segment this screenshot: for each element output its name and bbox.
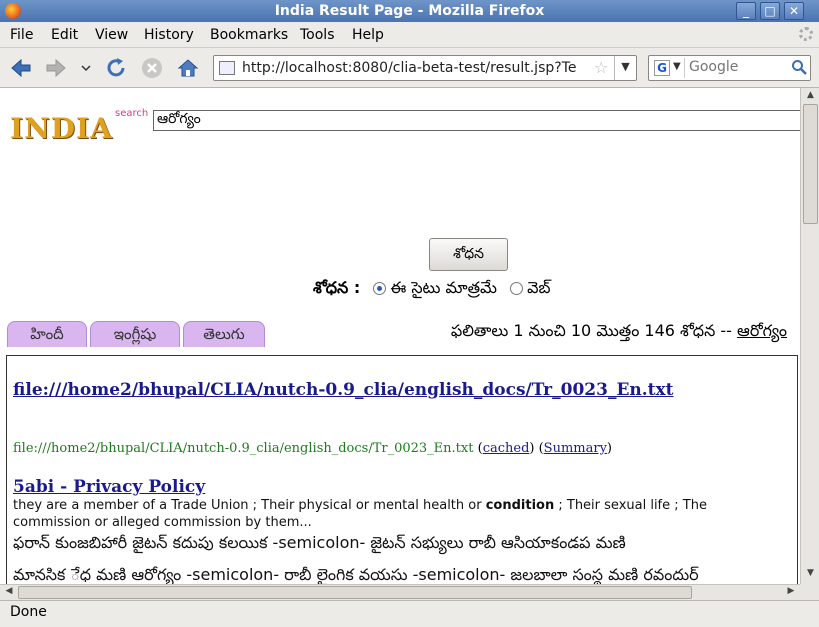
snippet-highlight: condition — [485, 498, 555, 513]
history-dropdown-icon[interactable] — [78, 56, 94, 80]
throbber-icon — [799, 27, 813, 41]
tab-english[interactable]: ఇంగ్లీషు — [90, 321, 180, 347]
result-title-link[interactable]: file:///home2/bhupal/CLIA/nutch-0.9_clia… — [13, 380, 674, 400]
google-icon: G — [654, 60, 670, 76]
window-title: India Result Page - Mozilla Firefox — [274, 3, 545, 19]
result-telugu-line: మానసిక ◌ేధ మణి ఆరోగ్యం -semicolon- రాబీ … — [13, 565, 699, 584]
search-scope: శోధన : ఈ సైటు మాత్రమే వెబ్ — [313, 278, 550, 301]
result-title-link[interactable]: 5abi - Privacy Policy — [13, 477, 205, 497]
summary-link[interactable]: Summary — [544, 441, 607, 456]
address-bar[interactable]: http://localhost:8080/clia-beta-test/res… — [213, 55, 637, 81]
search-input[interactable] — [689, 59, 789, 75]
radio-this-site[interactable] — [373, 282, 387, 295]
radio-web[interactable] — [510, 282, 524, 295]
scroll-down-icon[interactable]: ▼ — [803, 568, 818, 582]
query-input[interactable]: ఆరోగ్యం — [153, 110, 800, 131]
scroll-right-icon[interactable]: ▶ — [784, 586, 798, 596]
search-button[interactable]: శోధన — [429, 238, 508, 271]
menu-history[interactable]: History — [144, 27, 194, 43]
results-count: ఫలితాలు 1 నుంచి 10 మొత్తం 146 శోధన -- ఆర… — [451, 321, 787, 344]
forward-arrow-icon[interactable] — [44, 56, 68, 80]
page-content: INDIA search ఆరోగ్యం శోధన శోధన : ఈ సైటు … — [0, 88, 800, 584]
radio-web-label[interactable]: వెబ్ — [527, 278, 550, 297]
logo-main-text: INDIA — [10, 112, 113, 145]
back-arrow-icon[interactable] — [9, 56, 33, 80]
title-bar: India Result Page - Mozilla Firefox _ □ … — [0, 0, 819, 22]
home-icon[interactable] — [176, 56, 200, 80]
menu-view[interactable]: View — [95, 27, 128, 43]
menu-tools[interactable]: Tools — [300, 27, 335, 43]
radio-this-site-label[interactable]: ఈ సైటు మాత్రమే — [390, 278, 497, 297]
snippet-text: they are a member of a Trade Union ; The… — [13, 498, 486, 513]
status-text: Done — [10, 604, 47, 620]
close-button[interactable]: ✕ — [784, 2, 804, 20]
result-url-text: file:///home2/bhupal/CLIA/nutch-0.9_clia… — [13, 441, 474, 456]
vertical-scrollbar[interactable]: ▲ ▼ — [800, 88, 819, 584]
url-text[interactable]: http://localhost:8080/clia-beta-test/res… — [242, 60, 586, 76]
result-telugu-line: ఫరాన్ కుంజబిహారీ జైటన్ కదుపు కలయిక -semi… — [13, 533, 626, 552]
results-query-link[interactable]: ఆరోగ్యం — [737, 321, 787, 340]
results-count-text: ఫలితాలు 1 నుంచి 10 మొత్తం 146 శోధన -- — [450, 321, 738, 340]
cached-link[interactable]: cached — [483, 441, 530, 456]
horizontal-scrollbar[interactable]: ◀ ▶ — [0, 584, 800, 600]
vertical-scroll-thumb[interactable] — [803, 104, 818, 224]
menu-help[interactable]: Help — [352, 27, 384, 43]
navigation-toolbar: http://localhost:8080/clia-beta-test/res… — [0, 48, 819, 88]
result-url: file:///home2/bhupal/CLIA/nutch-0.9_clia… — [13, 441, 612, 456]
minimize-button[interactable]: _ — [736, 2, 756, 20]
web-search-bar[interactable]: G ▼ — [648, 55, 811, 81]
result-snippet: they are a member of a Trade Union ; The… — [13, 497, 783, 531]
india-logo[interactable]: INDIA search — [10, 108, 150, 145]
stop-icon[interactable] — [140, 56, 164, 80]
search-scope-label: శోధన : — [313, 278, 361, 297]
scroll-left-icon[interactable]: ◀ — [2, 586, 16, 596]
bookmark-star-icon[interactable]: ☆ — [594, 58, 608, 77]
maximize-button[interactable]: □ — [760, 2, 780, 20]
tab-hindi[interactable]: హిందీ — [7, 321, 87, 347]
menu-file[interactable]: File — [10, 27, 33, 43]
search-engine-selector[interactable]: G ▼ — [651, 58, 685, 78]
search-icon[interactable] — [791, 59, 807, 75]
menu-bookmarks[interactable]: Bookmarks — [210, 27, 288, 43]
engine-dropdown-icon: ▼ — [673, 61, 681, 72]
scroll-corner — [800, 584, 819, 600]
reload-icon[interactable] — [104, 56, 128, 80]
scroll-up-icon[interactable]: ▲ — [803, 90, 818, 104]
horizontal-scroll-thumb[interactable] — [18, 586, 692, 599]
page-favicon-icon — [219, 61, 235, 75]
tab-telugu[interactable]: తెలుగు — [183, 321, 265, 347]
status-bar: Done — [0, 600, 819, 627]
results-list: file:///home2/bhupal/CLIA/nutch-0.9_clia… — [6, 355, 798, 584]
logo-sub-text: search — [115, 108, 149, 119]
menu-bar: File Edit View History Bookmarks Tools H… — [0, 22, 819, 48]
menu-edit[interactable]: Edit — [51, 27, 78, 43]
url-dropdown-icon[interactable]: ▼ — [614, 56, 636, 80]
